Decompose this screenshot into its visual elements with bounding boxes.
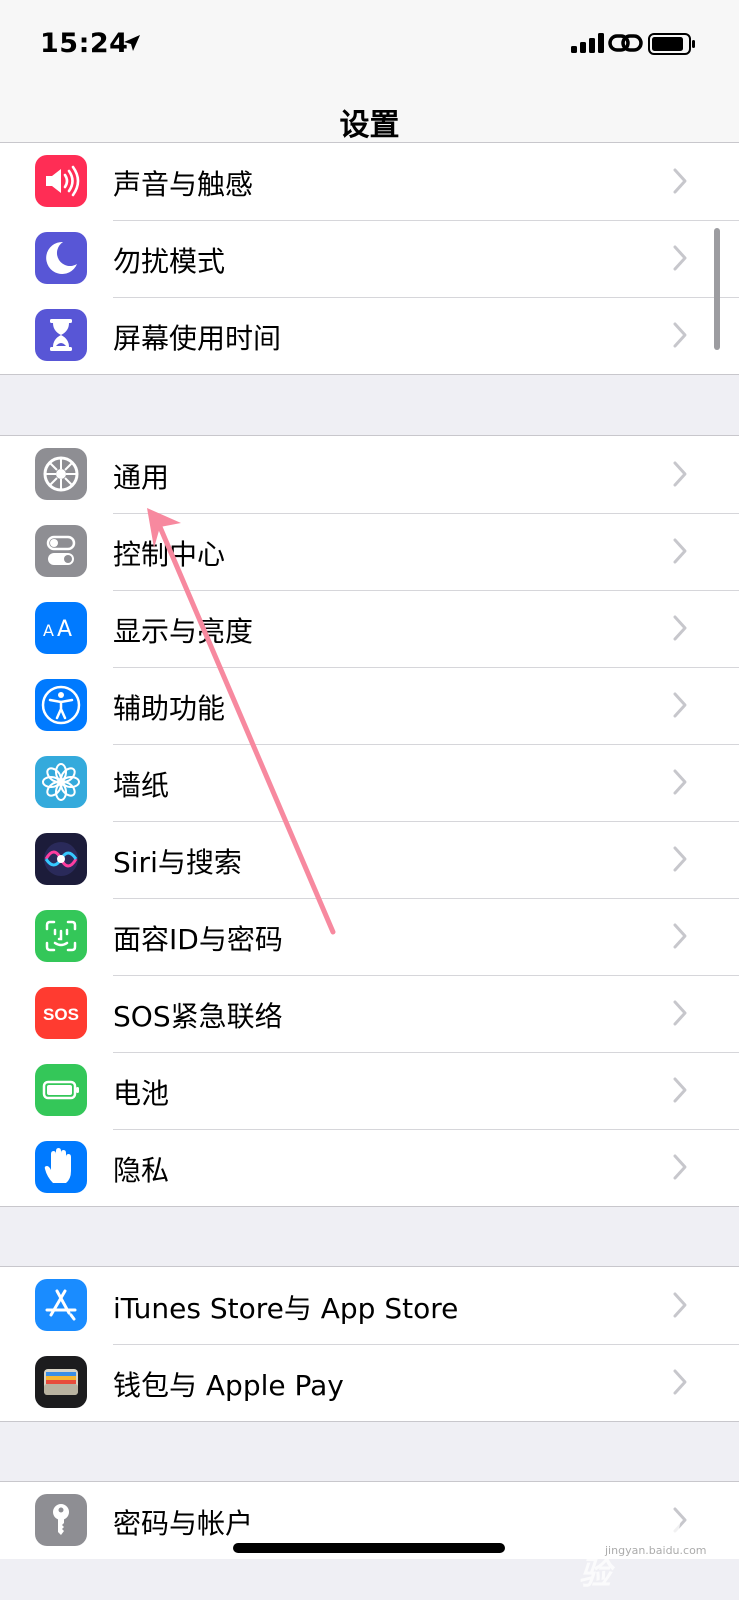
settings-row-face-id[interactable]: 面容ID与密码 — [0, 898, 739, 975]
app-store-icon — [35, 1279, 87, 1331]
settings-row-label: 密码与帐户 — [113, 1507, 254, 1540]
flower-icon — [35, 756, 87, 808]
battery-status-icon — [648, 33, 695, 55]
settings-row-label: 面容ID与密码 — [113, 923, 283, 956]
chevron-right-icon — [673, 1369, 687, 1395]
settings-group-1: 声音与触感 勿扰模式 屏幕使用时间 — [0, 142, 739, 375]
chevron-right-icon — [673, 615, 687, 641]
chevron-right-icon — [673, 692, 687, 718]
gear-icon — [35, 448, 87, 500]
battery-icon — [35, 1064, 87, 1116]
settings-row-siri-search[interactable]: Siri与搜索 — [0, 821, 739, 898]
svg-text:SOS: SOS — [43, 1005, 79, 1024]
chevron-right-icon — [673, 1154, 687, 1180]
settings-row-label: SOS紧急联络 — [113, 1000, 283, 1033]
chevron-right-icon — [673, 1292, 687, 1318]
settings-row-label: 电池 — [113, 1077, 170, 1110]
chevron-right-icon — [673, 769, 687, 795]
settings-row-general[interactable]: 通用 — [0, 436, 739, 513]
settings-row-do-not-disturb[interactable]: 勿扰模式 — [0, 220, 739, 297]
cellular-signal-icon — [571, 33, 604, 53]
settings-row-label: 勿扰模式 — [113, 245, 226, 278]
siri-icon — [35, 833, 87, 885]
settings-row-label: 墙纸 — [113, 769, 170, 802]
settings-row-privacy[interactable]: 隐私 — [0, 1129, 739, 1206]
svg-text:A: A — [43, 621, 54, 640]
status-time: 15:24 — [40, 28, 129, 59]
settings-row-itunes-app-store[interactable]: iTunes Store与 App Store — [0, 1267, 739, 1344]
text-size-icon: A A — [35, 602, 87, 654]
scroll-indicator — [714, 228, 720, 350]
chevron-right-icon — [673, 1000, 687, 1026]
settings-row-wallpaper[interactable]: 墙纸 — [0, 744, 739, 821]
chevron-right-icon — [673, 923, 687, 949]
settings-row-label: 显示与亮度 — [113, 615, 254, 648]
chevron-right-icon — [673, 538, 687, 564]
accessibility-icon — [35, 679, 87, 731]
settings-row-emergency-sos[interactable]: SOS SOS紧急联络 — [0, 975, 739, 1052]
toggles-icon — [35, 525, 87, 577]
settings-row-label: Siri与搜索 — [113, 846, 242, 879]
personal-hotspot-icon — [608, 34, 643, 52]
page-title: 设置 — [339, 108, 400, 143]
svg-text:A: A — [57, 617, 72, 642]
home-indicator[interactable] — [233, 1543, 505, 1553]
settings-row-label: iTunes Store与 App Store — [113, 1292, 459, 1325]
settings-row-sounds[interactable]: 声音与触感 — [0, 143, 739, 220]
speaker-icon — [35, 155, 87, 207]
hourglass-icon — [35, 309, 87, 361]
settings-row-wallet-apple-pay[interactable]: 钱包与 Apple Pay — [0, 1344, 739, 1421]
baidu-watermark: Baidu经验 jingyan.baidu.com — [555, 1492, 735, 1592]
settings-row-accessibility[interactable]: 辅助功能 — [0, 667, 739, 744]
chevron-right-icon — [673, 1077, 687, 1103]
chevron-right-icon — [673, 245, 687, 271]
hand-icon — [35, 1141, 87, 1193]
settings-row-control-center[interactable]: 控制中心 — [0, 513, 739, 590]
settings-row-label: 辅助功能 — [113, 692, 226, 725]
wallet-icon — [35, 1356, 87, 1408]
settings-row-battery[interactable]: 电池 — [0, 1052, 739, 1129]
settings-row-label: 控制中心 — [113, 538, 226, 571]
settings-row-label: 通用 — [113, 461, 170, 494]
chevron-right-icon — [673, 168, 687, 194]
chevron-right-icon — [673, 322, 687, 348]
settings-row-label: 声音与触感 — [113, 168, 254, 201]
face-id-icon — [35, 910, 87, 962]
settings-row-label: 隐私 — [113, 1154, 170, 1187]
settings-row-label: 屏幕使用时间 — [113, 322, 282, 355]
chevron-right-icon — [673, 846, 687, 872]
chevron-right-icon — [673, 461, 687, 487]
settings-group-3: iTunes Store与 App Store 钱包与 Apple Pay — [0, 1266, 739, 1422]
status-bar: 15:24 — [0, 0, 739, 90]
settings-row-label: 钱包与 Apple Pay — [113, 1369, 344, 1402]
settings-row-display-brightness[interactable]: A A 显示与亮度 — [0, 590, 739, 667]
sos-icon: SOS — [35, 987, 87, 1039]
moon-icon — [35, 232, 87, 284]
watermark-url-text: jingyan.baidu.com — [605, 1544, 707, 1557]
location-arrow-icon — [124, 35, 140, 51]
key-icon — [35, 1494, 87, 1546]
settings-group-2: 通用 控制中心 A A 显示与亮度 辅助功能 墙纸 Siri与搜索 面容ID与密… — [0, 435, 739, 1207]
settings-row-screen-time[interactable]: 屏幕使用时间 — [0, 297, 739, 374]
